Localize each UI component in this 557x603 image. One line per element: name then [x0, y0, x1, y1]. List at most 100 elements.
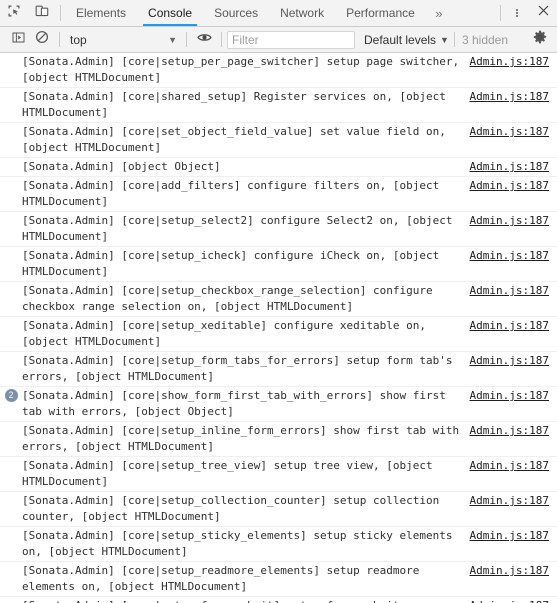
console-message-row[interactable]: [Sonata.Admin] [core|setup_form_tabs_for…	[0, 352, 557, 387]
message-source-link[interactable]: Admin.js:187	[470, 54, 557, 70]
devtools-tabbar: Elements Console Sources Network Perform…	[0, 0, 557, 27]
inspect-element-button[interactable]	[0, 0, 28, 26]
message-gutter	[0, 598, 22, 599]
console-message-row[interactable]: [Sonata.Admin] [core|setup_per_page_swit…	[0, 53, 557, 88]
message-text: [Sonata.Admin] [core|setup_form_tabs_for…	[22, 354, 460, 383]
message-source-link[interactable]: Admin.js:187	[470, 283, 557, 299]
device-toolbar-button[interactable]	[28, 0, 56, 26]
message-source-link[interactable]: Admin.js:187	[470, 178, 557, 194]
message-gutter: 2	[0, 388, 22, 402]
console-message-row[interactable]: [Sonata.Admin] [core|setup_inline_form_e…	[0, 422, 557, 457]
message-text: [Sonata.Admin] [core|setup_tree_view] se…	[22, 459, 440, 488]
log-levels-selector[interactable]: Default levels ▼	[364, 33, 449, 47]
console-messages-container: [Sonata.Admin] [core|setup_per_page_swit…	[0, 53, 557, 603]
more-tabs-button[interactable]: »	[426, 0, 452, 26]
devtools-panel: Elements Console Sources Network Perform…	[0, 0, 557, 603]
message-text: [Sonata.Admin] [core|shared_setup] Regis…	[22, 90, 453, 119]
tabbar-right-group	[496, 0, 557, 26]
message-source-link[interactable]: Admin.js:187	[470, 528, 557, 544]
tab-network[interactable]: Network	[269, 0, 335, 26]
console-message-row[interactable]: [Sonata.Admin] [core|setup_checkbox_rang…	[0, 282, 557, 317]
console-message-row[interactable]: [Sonata.Admin] [core|setup_select2] conf…	[0, 212, 557, 247]
devtools-menu-button[interactable]	[505, 0, 529, 26]
message-gutter	[0, 458, 22, 459]
message-source-link[interactable]: Admin.js:187	[470, 563, 557, 579]
tab-elements[interactable]: Elements	[65, 0, 137, 26]
inspect-element-icon	[7, 4, 21, 23]
console-message-row[interactable]: [Sonata.Admin] [core|setup_sticky_elemen…	[0, 527, 557, 562]
close-icon	[537, 4, 550, 22]
message-text: [Sonata.Admin] [core|setup_collection_co…	[22, 494, 446, 523]
console-sidebar-button[interactable]	[6, 29, 30, 51]
console-filter-input[interactable]	[227, 30, 355, 49]
message-source-link[interactable]: Admin.js:187	[470, 124, 557, 140]
console-sidebar-icon	[12, 31, 25, 49]
console-toolbar: top ▼ Default levels ▼ 3 hidden	[0, 27, 557, 53]
message-text: [Sonata.Admin] [core|setup_form_submit] …	[22, 598, 470, 603]
message-source-link[interactable]: Admin.js:187	[470, 248, 557, 264]
message-source-link[interactable]: Admin.js:187	[470, 89, 557, 105]
close-devtools-button[interactable]	[529, 0, 557, 26]
tab-console[interactable]: Console	[137, 0, 203, 26]
message-text: [Sonata.Admin] [core|add_filters] config…	[22, 179, 446, 208]
gear-icon	[533, 30, 547, 49]
tab-sources[interactable]: Sources	[203, 0, 269, 26]
log-levels-label: Default levels	[364, 32, 437, 47]
console-message-row[interactable]: [Sonata.Admin] [core|add_filters] config…	[0, 177, 557, 212]
message-text: [Sonata.Admin] [core|setup_select2] conf…	[22, 214, 460, 243]
message-source-link[interactable]: Admin.js:187	[470, 388, 557, 404]
console-message-row[interactable]: [Sonata.Admin] [core|setup_collection_co…	[0, 492, 557, 527]
message-gutter	[0, 124, 22, 125]
execution-context-selector[interactable]: top ▼	[65, 33, 181, 47]
message-gutter	[0, 528, 22, 529]
chevron-down-icon: ▼	[440, 34, 449, 45]
message-repeat-badge: 2	[4, 389, 18, 402]
message-source-link[interactable]: Admin.js:187	[470, 493, 557, 509]
chevron-double-right-icon: »	[435, 5, 443, 21]
message-gutter	[0, 89, 22, 90]
message-source-link[interactable]: Admin.js:187	[470, 353, 557, 369]
console-message-row[interactable]: [Sonata.Admin] [core|setup_xeditable] co…	[0, 317, 557, 352]
clear-console-button[interactable]	[30, 29, 54, 51]
tab-sources-label: Sources	[214, 6, 259, 20]
message-text: [Sonata.Admin] [core|show_form_first_tab…	[22, 389, 453, 418]
live-expression-button[interactable]	[192, 29, 216, 51]
message-source-link[interactable]: Admin.js:187	[470, 423, 557, 439]
console-message-row[interactable]: [Sonata.Admin] [core|set_object_field_va…	[0, 123, 557, 158]
message-gutter	[0, 178, 22, 179]
message-gutter	[0, 248, 22, 249]
message-gutter	[0, 423, 22, 424]
toolbar-divider-4	[453, 32, 455, 47]
tab-performance[interactable]: Performance	[335, 0, 426, 26]
console-message-row[interactable]: [Sonata.Admin] [core|setup_icheck] confi…	[0, 247, 557, 282]
message-gutter	[0, 318, 22, 319]
message-gutter	[0, 54, 22, 55]
console-message-row[interactable]: [Sonata.Admin] [core|setup_tree_view] se…	[0, 457, 557, 492]
message-text: [Sonata.Admin] [object Object]	[22, 160, 221, 173]
console-message-row[interactable]: [Sonata.Admin] [object Object] Admin.js:1…	[0, 158, 557, 177]
console-message-list[interactable]: [Sonata.Admin] [core|setup_per_page_swit…	[0, 53, 557, 603]
message-gutter	[0, 213, 22, 214]
tabbar-right-divider	[500, 5, 501, 21]
message-source-link[interactable]: Admin.js:187	[470, 213, 557, 229]
message-text: [Sonata.Admin] [core|setup_per_page_swit…	[22, 55, 466, 84]
device-toolbar-icon	[35, 4, 49, 23]
message-text: [Sonata.Admin] [core|setup_icheck] confi…	[22, 249, 446, 278]
console-message-row[interactable]: [Sonata.Admin] [core|setup_readmore_elem…	[0, 562, 557, 597]
console-settings-button[interactable]	[529, 30, 551, 49]
message-source-link[interactable]: Admin.js:187	[470, 598, 557, 603]
console-message-row[interactable]: 2 [Sonata.Admin] [core|show_form_first_ta…	[0, 387, 557, 422]
message-source-link[interactable]: Admin.js:187	[470, 318, 557, 334]
console-message-row[interactable]: [Sonata.Admin] [core|setup_form_submit] …	[0, 597, 557, 603]
message-text: [Sonata.Admin] [core|setup_inline_form_e…	[22, 424, 466, 453]
message-gutter	[0, 493, 22, 494]
message-text: [Sonata.Admin] [core|setup_xeditable] co…	[22, 319, 433, 348]
console-message-row[interactable]: [Sonata.Admin] [core|shared_setup] Regis…	[0, 88, 557, 123]
message-source-link[interactable]: Admin.js:187	[470, 159, 557, 175]
message-source-link[interactable]: Admin.js:187	[470, 458, 557, 474]
tab-performance-label: Performance	[346, 6, 415, 20]
toolbar-divider-1	[59, 32, 60, 47]
execution-context-value: top	[70, 32, 87, 47]
devtools-tabs: Elements Console Sources Network Perform…	[65, 0, 426, 26]
tab-elements-label: Elements	[76, 6, 127, 20]
